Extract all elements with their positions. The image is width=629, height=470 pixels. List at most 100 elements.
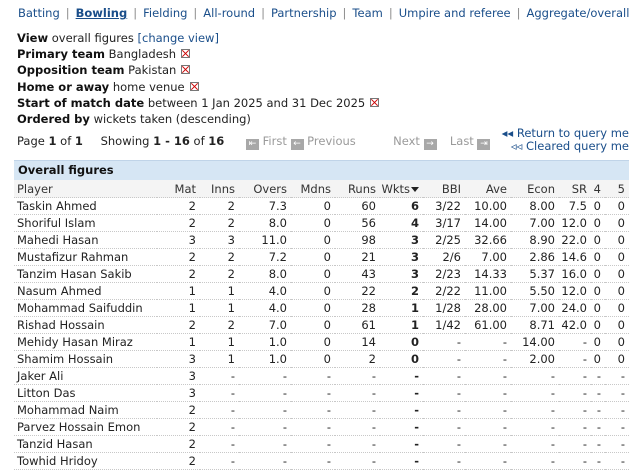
- cell-player[interactable]: Mohammad Naim: [14, 402, 157, 419]
- cell-player[interactable]: Rishad Hossain: [14, 317, 157, 334]
- table-row: Rishad Hossain227.006111/4261.008.7142.0…: [14, 317, 629, 334]
- cell-4w: -: [591, 402, 605, 419]
- cell-ave: 10.00: [465, 198, 511, 215]
- cell-mat: 3: [157, 385, 200, 402]
- tab-batting[interactable]: Batting: [18, 6, 60, 20]
- cell-wkts: 0: [380, 351, 423, 368]
- cell-mdns: 0: [291, 334, 335, 351]
- filter-primary-team: Primary team Bangladesh: [17, 46, 379, 62]
- previous-page-button[interactable]: Previous: [307, 134, 356, 148]
- return-to-query-link[interactable]: Return to query me: [517, 126, 629, 140]
- remove-filter-icon[interactable]: [370, 98, 379, 107]
- cell-4w: -: [591, 368, 605, 385]
- col-ave[interactable]: Ave: [465, 180, 511, 198]
- cell-ave: 7.00: [465, 249, 511, 266]
- cleared-query-link[interactable]: Cleared query me: [526, 139, 629, 153]
- cell-player[interactable]: Tanzim Hasan Sakib: [14, 266, 157, 283]
- cell-player[interactable]: Mehidy Hasan Miraz: [14, 334, 157, 351]
- col-player[interactable]: Player: [14, 180, 157, 198]
- tab-partnership[interactable]: Partnership: [271, 6, 337, 20]
- cell-mdns: -: [291, 385, 335, 402]
- col-inns[interactable]: Inns: [200, 180, 239, 198]
- table-row: Nasum Ahmed114.002222/2211.005.5012.000: [14, 283, 629, 300]
- first-page-icon: ⇤: [246, 139, 259, 150]
- cell-5w: 0: [605, 215, 629, 232]
- col-bbi[interactable]: BBI: [423, 180, 465, 198]
- cell-5w: 0: [605, 232, 629, 249]
- tab-all-round[interactable]: All-round: [203, 6, 255, 20]
- tab-separator: |: [66, 6, 70, 20]
- filter-home-or-away: Home or away home venue: [17, 79, 379, 95]
- col-econ[interactable]: Econ: [511, 180, 559, 198]
- cell-wkts: 1: [380, 317, 423, 334]
- cell-inns: -: [200, 436, 239, 453]
- cell-mat: 2: [157, 436, 200, 453]
- cell-bbi: -: [423, 368, 465, 385]
- cell-bbi: 2/22: [423, 283, 465, 300]
- cell-wkts: -: [380, 402, 423, 419]
- cell-player[interactable]: Shamim Hossain: [14, 351, 157, 368]
- cell-overs: 8.0: [239, 266, 291, 283]
- cell-wkts: -: [380, 385, 423, 402]
- cell-player[interactable]: Litton Das: [14, 385, 157, 402]
- next-page-button[interactable]: Next: [393, 134, 420, 148]
- col-4w[interactable]: 4: [591, 180, 605, 198]
- col-5w[interactable]: 5: [605, 180, 629, 198]
- col-overs[interactable]: Overs: [239, 180, 291, 198]
- table-row: Litton Das3-----------: [14, 385, 629, 402]
- last-page-icon: ⇥: [477, 139, 490, 150]
- cell-sr: -: [559, 402, 591, 419]
- cell-5w: 0: [605, 249, 629, 266]
- cell-wkts: 3: [380, 249, 423, 266]
- first-page-button[interactable]: First: [263, 134, 287, 148]
- cell-player[interactable]: Jaker Ali: [14, 368, 157, 385]
- tab-aggregate-overall[interactable]: Aggregate/overall: [527, 6, 629, 20]
- cell-runs: -: [335, 368, 380, 385]
- table-row: Mustafizur Rahman227.202132/67.002.8614.…: [14, 249, 629, 266]
- showing-range: 1 - 16: [153, 134, 190, 148]
- page-number: 1: [49, 134, 57, 148]
- cell-player[interactable]: Taskin Ahmed: [14, 198, 157, 215]
- remove-filter-icon[interactable]: [181, 65, 190, 74]
- cell-5w: 0: [605, 317, 629, 334]
- tab-umpire-and-referee[interactable]: Umpire and referee: [399, 6, 511, 20]
- cell-player[interactable]: Parvez Hossain Emon: [14, 419, 157, 436]
- cell-overs: 7.2: [239, 249, 291, 266]
- cell-4w: 0: [591, 215, 605, 232]
- last-page-button[interactable]: Last: [450, 134, 474, 148]
- col-sr[interactable]: SR: [559, 180, 591, 198]
- cell-4w: -: [591, 419, 605, 436]
- tab-fielding[interactable]: Fielding: [143, 6, 187, 20]
- cell-econ: -: [511, 436, 559, 453]
- cell-bbi: 3/22: [423, 198, 465, 215]
- cell-4w: 0: [591, 198, 605, 215]
- tab-separator: |: [193, 6, 197, 20]
- cell-econ: 7.00: [511, 215, 559, 232]
- cell-sr: 24.0: [559, 300, 591, 317]
- cell-mat: 1: [157, 334, 200, 351]
- cell-mdns: 0: [291, 317, 335, 334]
- col-runs[interactable]: Runs: [335, 180, 380, 198]
- remove-filter-icon[interactable]: [181, 49, 190, 58]
- cell-mdns: 0: [291, 300, 335, 317]
- col-mat[interactable]: Mat: [157, 180, 200, 198]
- cell-sr: 42.0: [559, 317, 591, 334]
- cell-bbi: -: [423, 419, 465, 436]
- col-mdns[interactable]: Mdns: [291, 180, 335, 198]
- cell-runs: 98: [335, 232, 380, 249]
- change-view-link[interactable]: [change view]: [138, 31, 219, 45]
- cell-player[interactable]: Mustafizur Rahman: [14, 249, 157, 266]
- cell-player[interactable]: Mahedi Hasan: [14, 232, 157, 249]
- cell-player[interactable]: Tanzid Hasan: [14, 436, 157, 453]
- remove-filter-icon[interactable]: [190, 82, 199, 91]
- tab-bowling[interactable]: Bowling: [76, 6, 128, 20]
- col-wkts[interactable]: Wkts: [380, 180, 423, 198]
- cell-player[interactable]: Shoriful Islam: [14, 215, 157, 232]
- tab-team[interactable]: Team: [352, 6, 382, 20]
- cell-ave: 14.00: [465, 215, 511, 232]
- cell-inns: 2: [200, 215, 239, 232]
- cell-player[interactable]: Mohammad Saifuddin: [14, 300, 157, 317]
- table-row: Jaker Ali3-----------: [14, 368, 629, 385]
- cell-player[interactable]: Nasum Ahmed: [14, 283, 157, 300]
- cell-mdns: 0: [291, 198, 335, 215]
